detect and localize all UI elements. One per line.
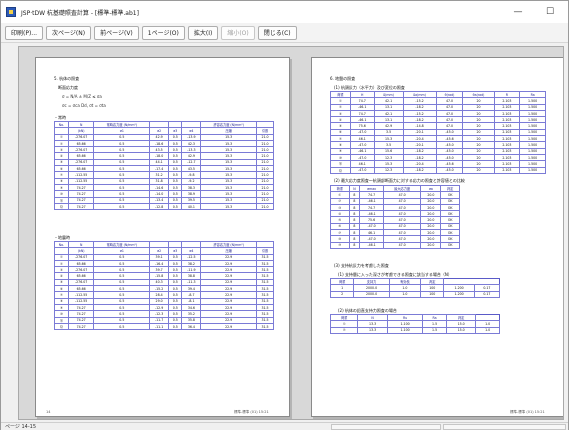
table-cell: 74.27 <box>67 202 95 211</box>
table-row: ⑨ 8 -46.1 47.0 20.0 OK <box>330 241 460 249</box>
table-cell: 1.500 <box>519 166 546 174</box>
table-cell: 1.100 <box>386 326 424 334</box>
preview-page-right: 6. 地盤の照査 (1) 杭頭反力（水平力）及び変位の照査 荷重 Hδ(mm) δa… <box>311 57 563 417</box>
table-cell: 74.27 <box>67 322 95 331</box>
table-cell: 36.4 <box>181 322 202 331</box>
stress-table-seismic: No. N 常時応力度 (N/mm²) 許容応力度 (N/mm²) (kN) σ1 σ2 σ3… <box>54 240 274 331</box>
table-row: ⑫ 74.27 0.5 -12.8 0.5 40.1 15.3 21.0 <box>54 202 274 211</box>
status-page-info: ページ 14-15 <box>5 424 37 430</box>
formula-line-2: σc = σca Dd, σt = σta <box>62 103 106 108</box>
table-cell: 2 <box>329 290 355 298</box>
left-page-subheading: 断面応力度 <box>58 85 78 90</box>
table-cell: 0.5 <box>167 322 183 331</box>
table-cell: 0.5 <box>167 202 183 211</box>
table-cell: ⑫ <box>330 166 351 174</box>
zoom-in-button[interactable]: 拡大(I) <box>187 25 219 40</box>
table-cell: 15.3 <box>200 202 258 211</box>
preview-area[interactable]: 5. 杭体の照査 断面応力度 σ = N/A ± M/Z ≤ σa σc = σ… <box>18 46 564 420</box>
status-bar: ページ 14-15 <box>1 422 568 430</box>
table-cell: 1.5 <box>422 326 447 334</box>
table-cell: -12.8 <box>149 202 169 211</box>
right-section-2: (2) 最大応力度照査～杭頭部断面力に対する応力の照査と許容値との比較 <box>334 178 465 183</box>
app-icon <box>6 7 16 17</box>
max-stress-table: 荷重 Nσmax 最大応力度 σa 判定 ① 8 74.7 47.0 20.0 OK ② 8 -46.1 4… <box>330 184 460 249</box>
status-panel-1 <box>331 424 441 430</box>
print-preview-window: JSP·tDW 杭基礎照査計算 - [標準-標準.ab1] — ☐ 印刷(P).… <box>0 0 569 430</box>
window-title: JSP·tDW 杭基礎照査計算 - [標準-標準.ab1] <box>21 9 139 17</box>
table-cell: 0.5 <box>93 202 151 211</box>
right-page-heading: 6. 地盤の照査 <box>330 76 356 81</box>
table-cell: 20.0 <box>420 241 442 249</box>
table-cell: 2.103 <box>493 166 521 174</box>
preview-page-left: 5. 杭体の照査 断面応力度 σ = N/A ± M/Z ≤ σa σc = σ… <box>35 57 290 417</box>
table-cell: 20 <box>462 166 495 174</box>
left-page-heading: 5. 杭体の照査 <box>54 76 80 81</box>
prev-page-button[interactable]: 前ページ(V) <box>94 25 139 40</box>
table-cell: 1.200 <box>443 290 475 298</box>
preview-toolbar: 印刷(P)... 次ページ(N) 前ページ(V) 1ページ(O) 拡大(I) 縮… <box>1 23 568 43</box>
next-page-button[interactable]: 次ページ(N) <box>46 25 92 40</box>
right-section-3: (3) 支持杭反力を考慮した照査 <box>334 263 389 268</box>
stress-table-normal: No. N 常時応力度 (N/mm²) 許容応力度 (N/mm²) (kN) σ1 σ2 σ3… <box>54 120 274 211</box>
bearing-table-2: 荷重 N Ru Ra 判定 ① 13.3 1.100 1.5 15.0 1.0 ② 13.3 1.100 1… <box>329 313 500 334</box>
table-cell: 12.3 <box>373 166 404 174</box>
table-cell: ② <box>329 326 359 334</box>
table-cell: 22.9 <box>200 322 258 331</box>
table-cell: 1.0 <box>388 290 422 298</box>
table-cell: 1.0 <box>475 326 500 334</box>
table-cell: 47.0 <box>382 241 422 249</box>
table-cell: -11.1 <box>149 322 169 331</box>
table-cell: 0.17 <box>473 290 501 298</box>
table-cell: 15.0 <box>445 326 477 334</box>
status-panel-2 <box>443 424 566 430</box>
table-cell: ⑨ <box>330 241 350 249</box>
table-row: ② 13.3 1.100 1.5 15.0 1.0 <box>329 326 500 334</box>
close-button[interactable]: 閉じる(C) <box>257 25 297 40</box>
left-page-footer: 標準-標準 (01) 15:21 <box>234 410 269 414</box>
formula-line-1: σ = N/A ± M/Z ≤ σa <box>62 94 102 99</box>
bearing-table-1: 荷重 支持力 有効長 判定 1 2000.0 1.0 100 1.200 0.17 2 2000.0 1… <box>329 277 501 298</box>
minimize-button[interactable]: — <box>504 1 532 23</box>
table-row: ⑫ -47.0 12.3 -18.2 -45.0 20 2.103 1.500 <box>330 166 546 174</box>
table-cell: 31.5 <box>256 322 274 331</box>
table-cell: 2000.0 <box>353 290 390 298</box>
table-cell: -46.1 <box>359 241 384 249</box>
table-cell: ⑫ <box>54 322 69 331</box>
table-cell: 0.5 <box>93 322 151 331</box>
table-cell: -47.0 <box>349 166 375 174</box>
table-row: ⑫ 74.27 0.5 -11.1 0.5 36.4 22.9 31.5 <box>54 322 274 331</box>
table-row: 2 2000.0 1.0 100 1.200 0.17 <box>329 290 501 298</box>
right-page-footer: 標準-標準 (01) 15:21 <box>510 410 545 414</box>
print-button[interactable]: 印刷(P)... <box>5 25 44 40</box>
table-cell: 21.0 <box>256 202 274 211</box>
table-cell: 100 <box>420 290 445 298</box>
maximize-button[interactable]: ☐ <box>536 1 564 23</box>
table-cell: -45.0 <box>435 166 464 174</box>
table-cell: ⑫ <box>54 202 69 211</box>
table-cell: 8 <box>348 241 361 249</box>
left-page-number: 14 <box>46 410 51 414</box>
table-cell: 40.1 <box>181 202 202 211</box>
zoom-out-button[interactable]: 縮小(O) <box>221 25 255 40</box>
table-cell: 13.3 <box>357 326 388 334</box>
displacement-table: 荷重 Hδ(mm) δa(mm) θ(rad) θa(rad) R Ra ① 74.7 42.1-… <box>330 90 546 174</box>
title-bar: JSP·tDW 杭基礎照査計算 - [標準-標準.ab1] — ☐ <box>1 1 568 23</box>
table-cell: -18.2 <box>402 166 437 174</box>
one-page-button[interactable]: 1ページ(O) <box>141 25 185 40</box>
table-cell: OK <box>440 241 460 249</box>
